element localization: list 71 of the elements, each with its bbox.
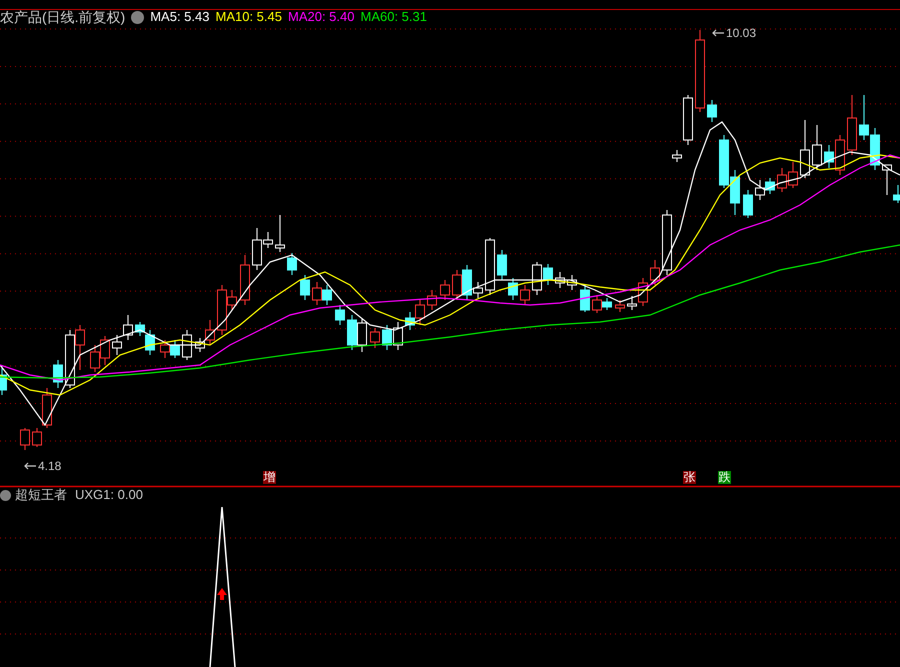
candlestick <box>497 250 507 280</box>
candlestick <box>580 284 590 312</box>
candlestick <box>357 318 367 352</box>
candlestick <box>555 272 565 288</box>
up-arrow-icon <box>217 588 227 600</box>
candlestick <box>415 300 425 326</box>
candlestick <box>123 314 133 340</box>
candlestick <box>859 94 869 140</box>
candlestick <box>160 340 170 358</box>
candlestick <box>812 124 822 170</box>
signal-marker: 增 <box>263 471 276 484</box>
candlestick <box>520 284 530 306</box>
candlestick <box>800 120 810 178</box>
candlestick <box>370 328 380 348</box>
moving-average-legend: MA60: 5.31 <box>360 7 427 27</box>
candlestick <box>65 330 75 388</box>
signal-marker: 张 <box>683 471 696 484</box>
candlestick <box>170 340 180 358</box>
candlestick <box>405 312 415 330</box>
moving-average-legend: MA20: 5.40 <box>288 7 354 27</box>
candlestick <box>707 100 717 122</box>
candlestick <box>182 330 192 360</box>
candlestick <box>20 428 30 450</box>
candlestick <box>847 94 857 156</box>
signal-marker: 跌 <box>718 471 731 484</box>
candlestick <box>275 214 285 252</box>
price-label: 4.18 <box>38 458 62 475</box>
candlestick <box>755 180 765 200</box>
candlestick <box>240 254 250 306</box>
candlestick <box>300 274 310 300</box>
chart-title: 农产品(日线.前复权) <box>0 8 126 27</box>
moving-average-legend: MA10: 5.45 <box>215 7 282 27</box>
candlestick <box>440 280 450 300</box>
candlestick <box>287 252 297 276</box>
candlestick <box>312 282 322 306</box>
candlestick <box>322 284 332 306</box>
candlestick <box>347 314 357 350</box>
candlestick <box>75 324 85 370</box>
candlestick <box>788 162 798 188</box>
dropdown-icon[interactable] <box>0 490 11 500</box>
candlestick <box>53 360 63 388</box>
candlestick <box>508 278 518 300</box>
price-label: 10.03 <box>726 25 756 42</box>
candlestick <box>777 168 787 192</box>
candlestick <box>662 210 672 276</box>
leader-arrow-icon <box>24 462 36 470</box>
candlestick <box>0 364 7 396</box>
dropdown-icon[interactable] <box>131 10 144 24</box>
candlestick <box>683 94 693 146</box>
candlestick <box>650 260 660 286</box>
candlestick <box>335 304 345 326</box>
candlestick <box>567 274 577 290</box>
candlestick <box>743 190 753 218</box>
moving-average-legend: MA5: 5.43 <box>150 7 210 27</box>
candlestick <box>672 150 682 162</box>
leader-arrow-icon <box>712 29 724 37</box>
indicator-reading: UXG1: 0.00 <box>75 486 143 504</box>
candlestick <box>730 170 740 216</box>
candlestick <box>393 322 403 350</box>
candlestick <box>382 324 392 350</box>
candlestick <box>100 336 110 366</box>
indicator-name: 超短王者 <box>15 486 67 504</box>
candlestick <box>870 128 880 170</box>
candlestick <box>719 134 729 188</box>
candlestick <box>452 270 462 300</box>
candlestick <box>112 334 122 356</box>
candlestick <box>427 290 437 310</box>
candlestick <box>485 238 495 296</box>
candlestick <box>615 300 625 312</box>
candlestick <box>765 178 775 194</box>
candlestick <box>90 344 100 372</box>
